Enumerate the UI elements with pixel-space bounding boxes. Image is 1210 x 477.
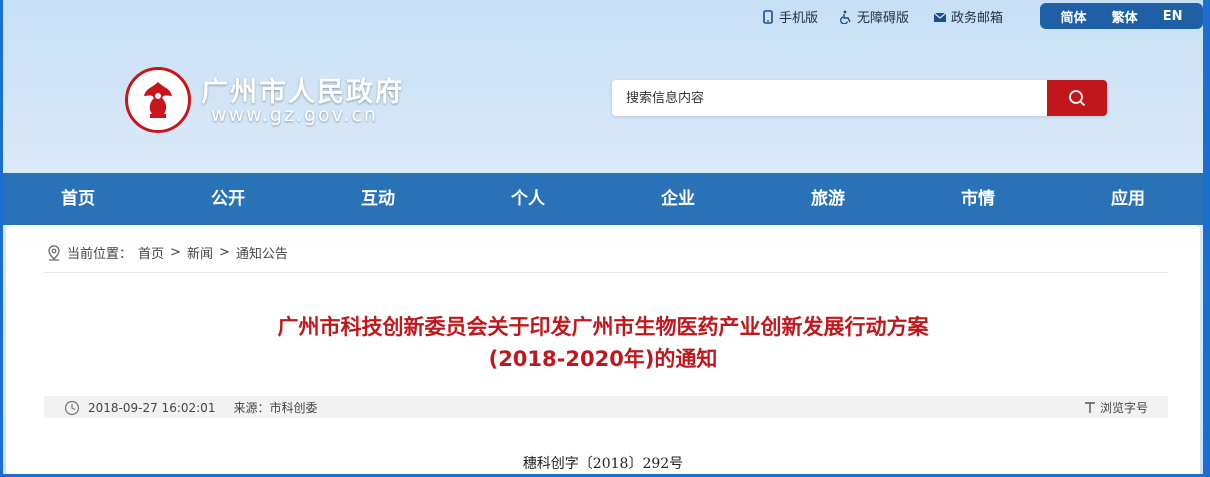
search-bar bbox=[612, 80, 1107, 116]
nav-item-apps[interactable]: 应用 bbox=[1053, 173, 1203, 225]
breadcrumb-notices[interactable]: 通知公告 bbox=[236, 243, 288, 262]
nav-item-tourism[interactable]: 旅游 bbox=[753, 173, 903, 225]
mobile-icon bbox=[763, 9, 773, 24]
lang-english[interactable]: EN bbox=[1163, 9, 1183, 24]
mobile-version-link[interactable]: 手机版 bbox=[761, 7, 818, 26]
nav-item-interaction[interactable]: 互动 bbox=[303, 173, 453, 225]
city-emblem-logo[interactable] bbox=[125, 67, 191, 133]
site-url[interactable]: www.gz.gov.cn bbox=[211, 104, 378, 126]
search-input[interactable] bbox=[612, 80, 1047, 116]
gov-email-label: 政务邮箱 bbox=[951, 11, 1004, 26]
mobile-version-label: 手机版 bbox=[779, 11, 819, 26]
article-title-line2: (2018-2020年)的通知 bbox=[488, 347, 718, 371]
font-size-label: 浏览字号 bbox=[1099, 401, 1148, 415]
document-number: 穗科创字〔2018〕292号 bbox=[522, 456, 684, 472]
nav-item-city-info[interactable]: 市情 bbox=[903, 173, 1053, 225]
text-size-icon bbox=[1084, 401, 1095, 413]
lang-traditional[interactable]: 繁体 bbox=[1112, 7, 1138, 26]
article-title-line1: 广州市科技创新委员会关于印发广州市生物医药产业创新发展行动方案 bbox=[277, 315, 929, 339]
accessible-version-link[interactable]: 无障碍版 bbox=[839, 7, 909, 26]
article-content: 当前位置： 首页 > 新闻 > 通知公告 广州市科技创新委员会关于印发广州市生物… bbox=[6, 225, 1200, 474]
breadcrumb-divider bbox=[44, 272, 1168, 273]
language-switcher: 简体 繁体 EN bbox=[1040, 3, 1203, 29]
nav-item-personal[interactable]: 个人 bbox=[453, 173, 603, 225]
article-meta-bar: 2018-09-27 16:02:01 来源：市科创委 浏览字号 bbox=[44, 396, 1168, 418]
search-icon bbox=[1069, 90, 1086, 107]
breadcrumb: 当前位置： 首页 > 新闻 > 通知公告 bbox=[47, 243, 288, 262]
article-source: 来源：市科创委 bbox=[233, 401, 318, 415]
mail-icon bbox=[933, 12, 947, 22]
location-pin-icon bbox=[48, 244, 60, 261]
font-size-control[interactable]: 浏览字号 bbox=[1084, 399, 1148, 416]
clock-icon bbox=[64, 400, 80, 415]
top-utility-bar: 手机版 无障碍版 政务邮箱 简体 繁体 EN bbox=[3, 0, 1203, 32]
accessibility-icon bbox=[840, 10, 851, 24]
nav-item-home[interactable]: 首页 bbox=[3, 173, 153, 225]
nav-item-public[interactable]: 公开 bbox=[153, 173, 303, 225]
breadcrumb-news[interactable]: 新闻 bbox=[187, 243, 213, 262]
breadcrumb-sep: > bbox=[218, 245, 230, 260]
kapok-flower-icon bbox=[134, 76, 182, 124]
article-date: 2018-09-27 16:02:01 bbox=[88, 400, 216, 415]
main-nav: 首页 公开 互动 个人 企业 旅游 市情 应用 bbox=[3, 173, 1203, 225]
search-button[interactable] bbox=[1047, 80, 1107, 116]
lang-simplified[interactable]: 简体 bbox=[1061, 7, 1087, 26]
page-frame: 手机版 无障碍版 政务邮箱 简体 繁体 EN 广州市人民政府 www.gz.go… bbox=[3, 0, 1203, 474]
accessible-version-label: 无障碍版 bbox=[857, 11, 910, 26]
gov-email-link[interactable]: 政务邮箱 bbox=[933, 7, 1003, 26]
breadcrumb-sep: > bbox=[170, 245, 181, 260]
breadcrumb-home[interactable]: 首页 bbox=[138, 243, 164, 262]
breadcrumb-label: 当前位置： bbox=[67, 247, 133, 262]
nav-item-enterprise[interactable]: 企业 bbox=[603, 173, 753, 225]
